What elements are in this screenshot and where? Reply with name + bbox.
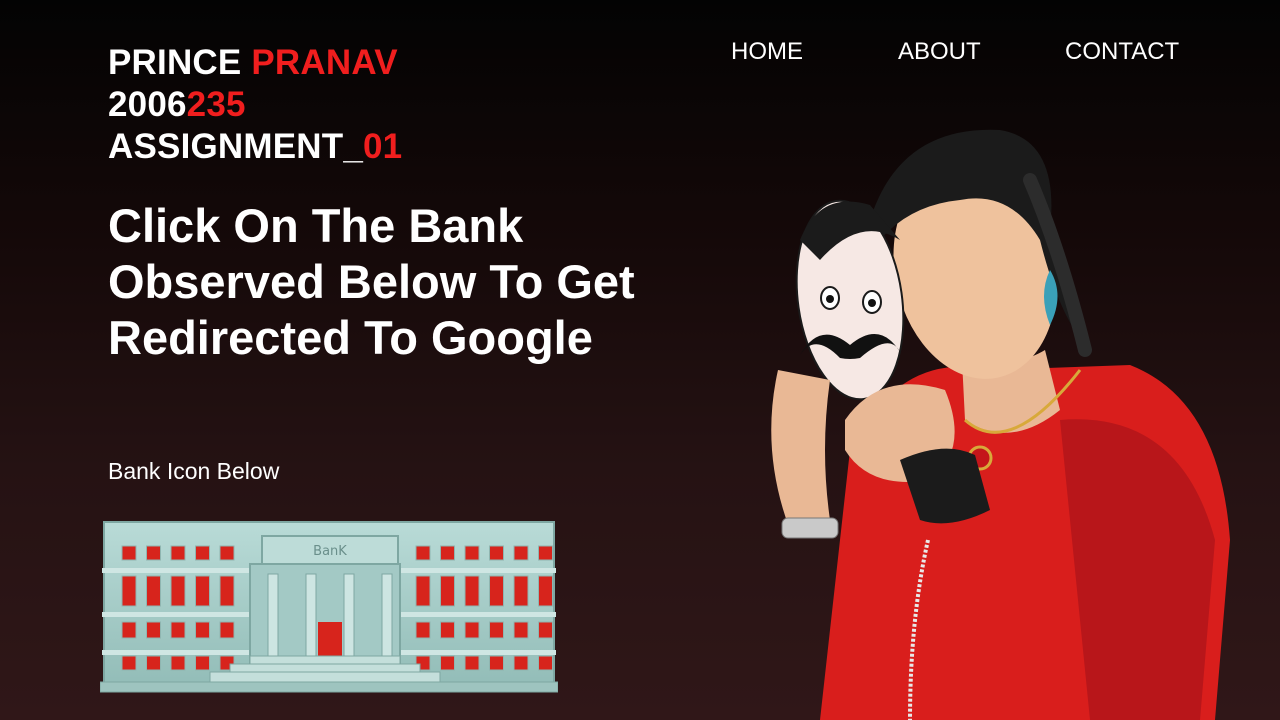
nav-home-link[interactable]: HOME <box>731 38 803 66</box>
bank-window <box>195 545 210 561</box>
bank-window <box>195 655 210 671</box>
bank-base <box>99 681 559 693</box>
bank-window <box>219 621 235 639</box>
bank-window <box>513 545 529 561</box>
bank-column <box>267 573 279 661</box>
bank-window <box>538 621 553 639</box>
bank-sign: BanK <box>313 544 347 559</box>
bank-window <box>146 621 161 639</box>
bank-column <box>305 573 317 661</box>
bank-window <box>489 545 504 561</box>
bracelet <box>781 517 839 539</box>
nav-about-link[interactable]: ABOUT <box>898 38 981 66</box>
bank-step <box>209 671 441 683</box>
bank-window <box>146 655 161 671</box>
bank-window <box>121 621 137 639</box>
header-id: 2006235 <box>108 84 402 126</box>
bank-window <box>415 575 431 607</box>
bank-window <box>538 545 553 561</box>
assignment-prefix: ASSIGNMENT_ <box>108 127 364 166</box>
hand <box>771 370 830 530</box>
bank-window <box>513 575 529 607</box>
bank-window <box>195 621 210 639</box>
bank-window <box>219 545 235 561</box>
bank-window <box>513 621 529 639</box>
bank-link[interactable]: BanK <box>99 518 559 696</box>
bank-window <box>464 655 480 671</box>
bank-window <box>464 621 480 639</box>
bank-window <box>440 621 455 639</box>
bank-window <box>464 575 480 607</box>
bank-window <box>440 655 455 671</box>
bank-window <box>170 545 186 561</box>
nav-contact-link[interactable]: CONTACT <box>1065 38 1179 66</box>
bank-column <box>381 573 393 661</box>
page-headline: Click On The Bank Observed Below To Get … <box>108 199 635 364</box>
bank-window <box>440 575 455 607</box>
bank-window <box>489 575 504 607</box>
bank-window <box>415 621 431 639</box>
header-assignment: ASSIGNMENT_01 <box>108 126 402 168</box>
bank-label: Bank Icon Below <box>108 458 280 484</box>
bank-window <box>489 655 504 671</box>
bank-step <box>249 655 401 665</box>
bank-building-icon: BanK <box>99 521 559 693</box>
bank-window <box>146 545 161 561</box>
bank-door <box>318 622 342 656</box>
character-illustration <box>760 120 1240 720</box>
mask-pupil <box>826 295 834 303</box>
bank-window <box>513 655 529 671</box>
bank-window <box>170 575 186 607</box>
id-suffix: 235 <box>186 85 246 124</box>
bank-window <box>538 575 553 607</box>
bank-window <box>121 545 137 561</box>
bank-window <box>170 655 186 671</box>
bank-window <box>489 621 504 639</box>
bank-window <box>146 575 161 607</box>
bank-step <box>229 663 421 673</box>
mask-pupil <box>868 299 876 307</box>
bank-column <box>343 573 355 661</box>
top-nav: HOME ABOUT CONTACT <box>0 38 1280 70</box>
bank-window <box>538 655 553 671</box>
bank-window <box>170 621 186 639</box>
bank-window <box>415 545 431 561</box>
bank-window <box>195 575 210 607</box>
bank-window <box>464 545 480 561</box>
bank-window <box>440 545 455 561</box>
bank-window <box>121 575 137 607</box>
bank-window <box>121 655 137 671</box>
bank-window <box>219 575 235 607</box>
id-prefix: 2006 <box>108 85 187 124</box>
assignment-suffix: 01 <box>363 127 403 166</box>
